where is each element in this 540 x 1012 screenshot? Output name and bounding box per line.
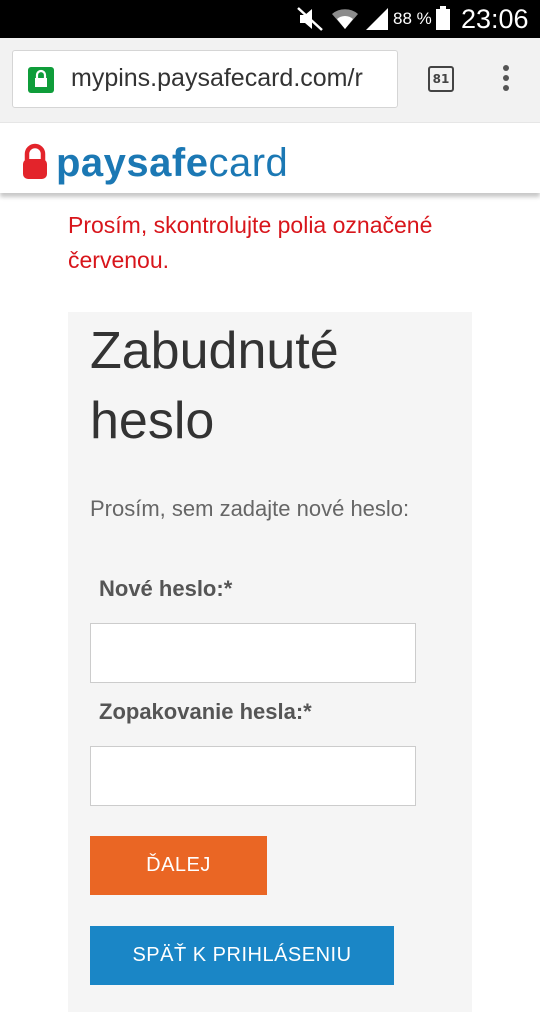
next-button[interactable]: ĎALEJ xyxy=(90,836,267,895)
overflow-menu-icon[interactable] xyxy=(496,65,516,95)
page-title: Zabudnuté heslo xyxy=(90,322,339,450)
logo-text-card: card xyxy=(208,141,289,185)
logo-lock-icon xyxy=(23,143,47,179)
status-bar: 88 % 23:06 xyxy=(0,0,540,38)
address-bar[interactable]: mypins.paysafecard.com/r xyxy=(12,50,398,108)
signal-icon xyxy=(366,8,388,30)
clock: 23:06 xyxy=(461,4,529,34)
back-to-login-button[interactable]: SPÄŤ K PRIHLÁSENIU xyxy=(90,926,394,985)
battery-percentage: 88 % xyxy=(393,9,432,28)
new-password-field[interactable] xyxy=(90,623,416,683)
lock-icon[interactable] xyxy=(28,67,54,93)
repeat-password-field[interactable] xyxy=(90,746,416,806)
new-password-label: Nové heslo:* xyxy=(99,576,233,601)
url-text[interactable]: mypins.paysafecard.com/r xyxy=(71,64,363,93)
repeat-password-label: Zopakovanie hesla:* xyxy=(99,699,312,724)
battery-icon xyxy=(436,6,450,30)
form-instructions: Prosím, sem zadajte nové heslo: xyxy=(90,496,410,521)
wifi-icon xyxy=(332,9,358,29)
browser-toolbar: mypins.paysafecard.com/r 81 xyxy=(0,38,540,122)
forgot-password-panel: Zabudnuté heslo Prosím, sem zadajte nové… xyxy=(68,312,472,1012)
logo-text-paysafe: paysafe xyxy=(56,141,209,185)
mute-icon xyxy=(297,7,323,31)
site-header: paysafecard xyxy=(0,122,540,193)
error-message: Prosím, skontrolujte polia označené červ… xyxy=(68,212,433,273)
tabs-icon[interactable]: 81 xyxy=(428,66,454,92)
paysafecard-logo[interactable]: paysafecard xyxy=(22,137,288,183)
